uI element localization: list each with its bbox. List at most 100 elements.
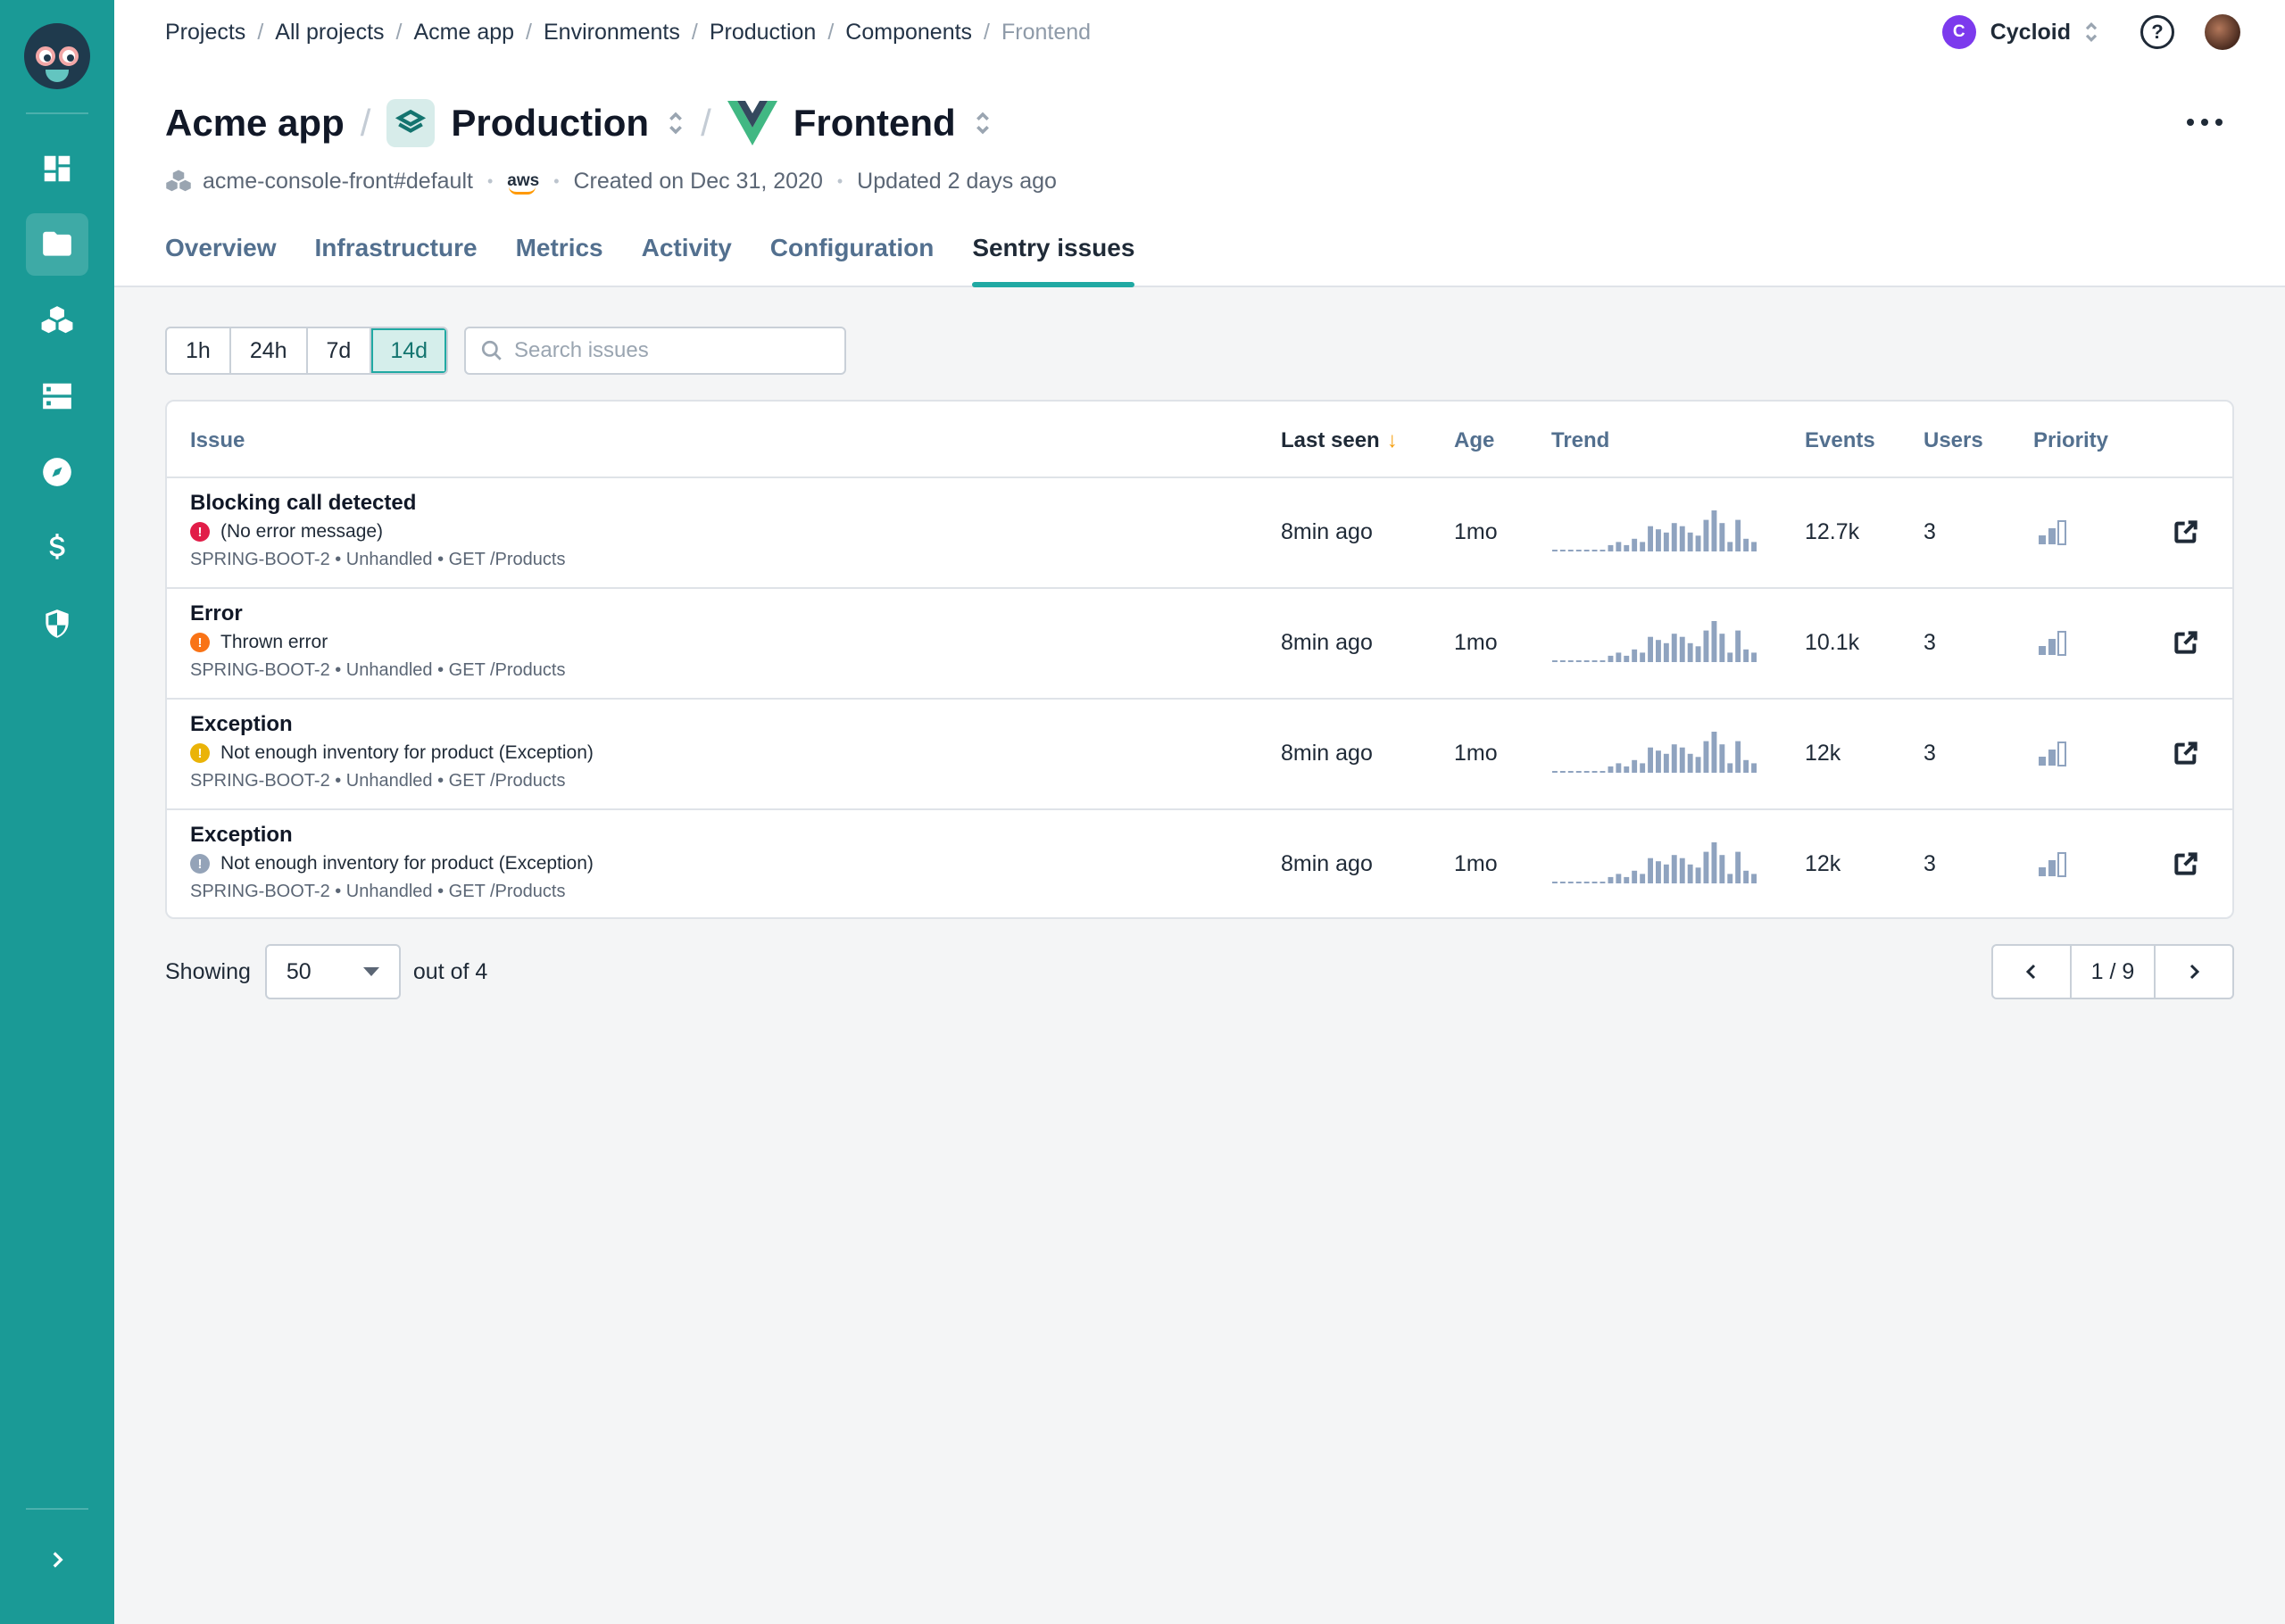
org-switcher[interactable] — [2083, 19, 2099, 46]
sidebar-item-security[interactable] — [26, 592, 88, 655]
tab-metrics[interactable]: Metrics — [516, 228, 603, 287]
tab-configuration[interactable]: Configuration — [770, 228, 935, 287]
logo-beak — [46, 70, 69, 82]
org-avatar[interactable]: C — [1941, 15, 1976, 49]
previous-page-button[interactable] — [1993, 946, 2070, 998]
table-row[interactable]: Error ! Thrown error SPRING-BOOT-2 • Unh… — [167, 589, 2232, 700]
more-options-button[interactable] — [2187, 109, 2223, 136]
trend-bar — [1743, 538, 1749, 551]
tab-overview[interactable]: Overview — [165, 228, 277, 287]
cycloid-logo[interactable] — [24, 23, 90, 89]
open-external-link[interactable] — [2172, 628, 2200, 657]
header-age[interactable]: Age — [1454, 428, 1494, 453]
breadcrumb-production[interactable]: Production — [710, 20, 817, 46]
created-date: Created on Dec 31, 2020 — [573, 168, 823, 194]
external-link-icon — [2174, 742, 2198, 765]
trend-bar — [1743, 870, 1749, 883]
issue-level-icon: ! — [190, 854, 210, 874]
issue-message: ! Thrown error — [190, 632, 328, 653]
chevron-updown-icon — [976, 112, 989, 135]
sidebar-item-stacks[interactable] — [26, 289, 88, 352]
open-external-link[interactable] — [2172, 518, 2200, 546]
range-1h-button[interactable]: 1h — [167, 328, 231, 373]
logo-eye-left — [36, 46, 55, 66]
help-icon[interactable]: ? — [2140, 15, 2174, 49]
issue-message-text: (No error message) — [220, 521, 384, 542]
issues-table: Issue Last seen ↓ Age Trend Events Users … — [165, 400, 2234, 919]
search-input[interactable] — [514, 338, 835, 363]
trend-bar — [1656, 529, 1661, 551]
breadcrumb-current: Frontend — [1001, 20, 1092, 45]
environment-switcher[interactable] — [667, 108, 685, 138]
header-users[interactable]: Users — [1924, 428, 1983, 453]
page-size-select[interactable]: 50 — [264, 944, 401, 999]
trend-bar — [1624, 544, 1630, 551]
priority-bar — [2048, 528, 2056, 544]
breadcrumb-environments[interactable]: Environments — [544, 20, 680, 46]
trend-bar — [1679, 747, 1685, 773]
sidebar-item-projects[interactable] — [26, 213, 88, 276]
trend-bar — [1687, 532, 1693, 551]
priority-bars-icon — [2039, 852, 2066, 877]
range-14d-button[interactable]: 14d — [371, 328, 447, 373]
stack-reference[interactable]: acme-console-front#default — [203, 169, 473, 195]
sidebar-item-cost[interactable] — [26, 517, 88, 579]
tab-activity[interactable]: Activity — [642, 228, 732, 287]
trend-bar — [1656, 750, 1661, 773]
trend-bar — [1648, 526, 1653, 551]
showing-label: Showing — [165, 958, 251, 984]
trend-bar — [1583, 550, 1590, 551]
header-last-seen[interactable]: Last seen ↓ — [1281, 428, 1398, 453]
meta-separator: • — [553, 171, 560, 190]
trend-bar — [1687, 753, 1693, 773]
header-issue[interactable]: Issue — [190, 428, 245, 453]
trend-bar — [1703, 741, 1709, 773]
next-page-button[interactable] — [2156, 946, 2232, 998]
trend-bar — [1719, 523, 1725, 551]
sidebar-expand-button[interactable] — [39, 1542, 75, 1578]
trend-bar — [1751, 652, 1757, 662]
header-priority[interactable]: Priority — [2033, 428, 2108, 453]
table-row[interactable]: Exception ! Not enough inventory for pro… — [167, 700, 2232, 810]
trend-bar — [1567, 660, 1574, 662]
open-external-link[interactable] — [2172, 849, 2200, 878]
issue-title[interactable]: Error — [190, 601, 243, 626]
trend-bar — [1663, 753, 1669, 773]
issue-title[interactable]: Exception — [190, 712, 293, 737]
breadcrumb-separator: / — [691, 20, 698, 45]
range-7d-button[interactable]: 7d — [308, 328, 372, 373]
trend-bar — [1663, 864, 1669, 883]
range-24h-button[interactable]: 24h — [231, 328, 308, 373]
breadcrumb-acme-app[interactable]: Acme app — [413, 20, 514, 46]
open-external-link[interactable] — [2172, 739, 2200, 767]
sidebar-item-dashboard[interactable] — [26, 137, 88, 200]
breadcrumb-projects[interactable]: Projects — [165, 20, 245, 46]
issue-title[interactable]: Exception — [190, 823, 293, 848]
table-row[interactable]: Blocking call detected ! (No error messa… — [167, 478, 2232, 589]
component-title[interactable]: Frontend — [794, 102, 956, 145]
header-events[interactable]: Events — [1805, 428, 1875, 453]
user-avatar[interactable] — [2205, 14, 2240, 50]
project-title[interactable]: Acme app — [165, 102, 345, 145]
issue-meta: SPRING-BOOT-2 • Unhandled • GET /Product… — [190, 660, 566, 680]
sidebar-item-infrastructure[interactable] — [26, 365, 88, 427]
trend-bar — [1719, 744, 1725, 773]
tab-sentry-issues[interactable]: Sentry issues — [972, 228, 1135, 287]
search-icon — [481, 340, 502, 360]
table-header: Issue Last seen ↓ Age Trend Events Users … — [167, 402, 2232, 478]
component-switcher[interactable] — [974, 108, 992, 138]
breadcrumb-all-projects[interactable]: All projects — [275, 20, 384, 46]
table-row[interactable]: Exception ! Not enough inventory for pro… — [167, 810, 2232, 917]
sidebar-item-explore[interactable] — [26, 441, 88, 503]
breadcrumb-components[interactable]: Components — [845, 20, 972, 46]
environment-title[interactable]: Production — [451, 102, 649, 145]
trend-bar — [1591, 660, 1598, 662]
issue-title[interactable]: Blocking call detected — [190, 491, 416, 516]
tab-infrastructure[interactable]: Infrastructure — [315, 228, 478, 287]
trend-bar — [1656, 640, 1661, 662]
chevron-right-icon — [53, 1552, 63, 1568]
org-name[interactable]: Cycloid — [1990, 20, 2071, 46]
page-indicator: 1 / 9 — [2070, 946, 2156, 998]
trend-bar — [1663, 642, 1669, 662]
trend-bar — [1632, 538, 1638, 551]
